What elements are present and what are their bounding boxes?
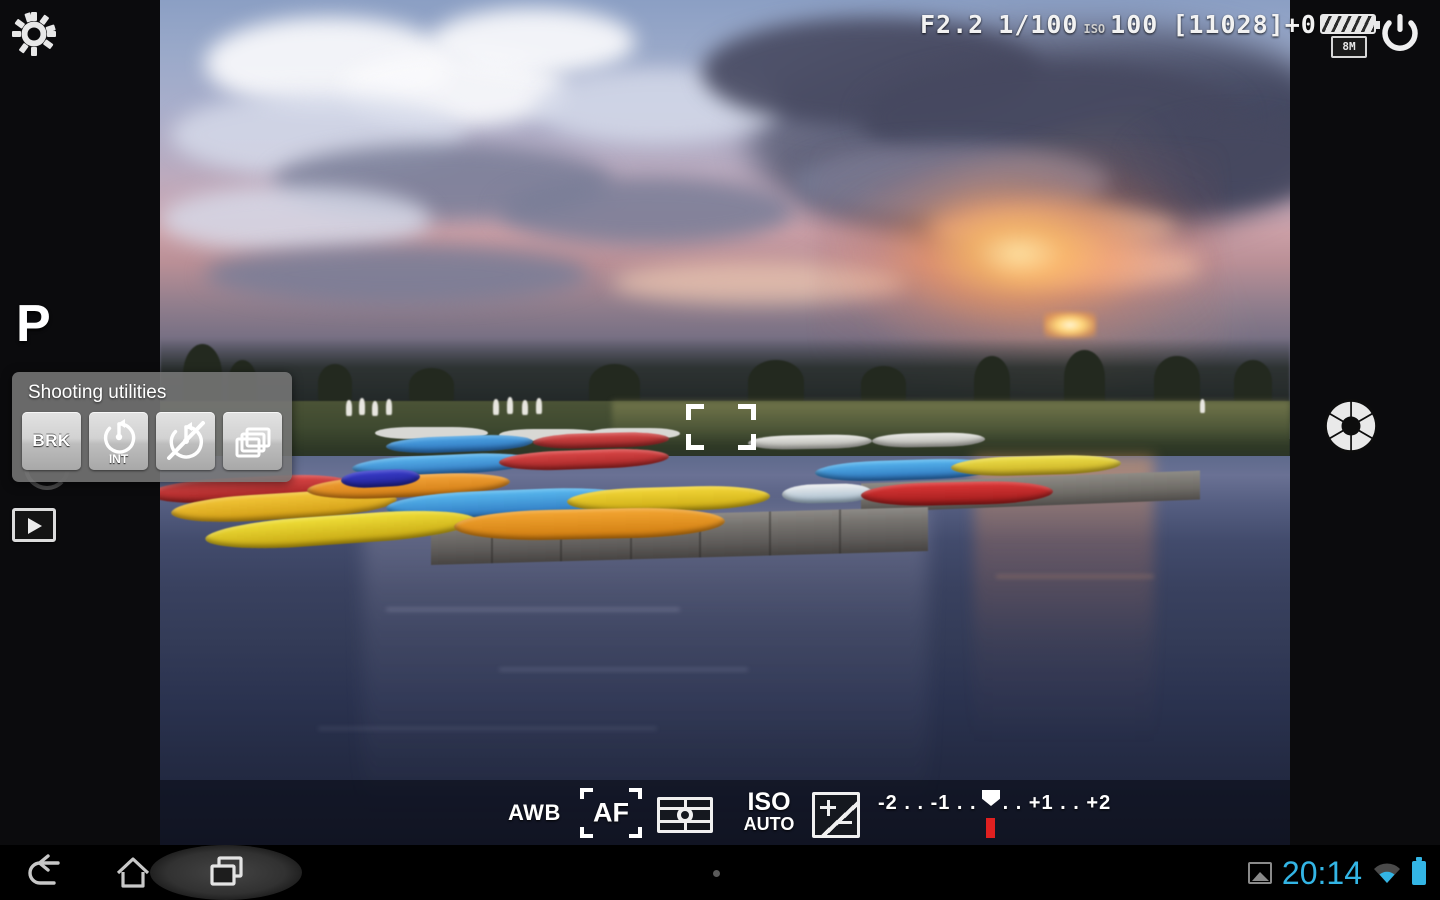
tree [860, 366, 906, 403]
af-corner-br [738, 434, 756, 450]
exposure-current-indicator [986, 818, 995, 838]
nav-recents-button[interactable] [186, 845, 266, 900]
interval-timer-label: INT [108, 452, 129, 466]
person [1199, 398, 1205, 413]
panel-title: Shooting utilities [28, 382, 167, 403]
metering-mode-button[interactable] [657, 797, 713, 833]
ev-minus [836, 821, 852, 824]
ev-plus-v [826, 799, 830, 816]
wifi-icon[interactable] [1372, 861, 1402, 885]
af-corner-tl [686, 404, 704, 420]
tree [589, 363, 641, 404]
nav-back-button[interactable] [10, 845, 90, 900]
sun-glow [815, 143, 1223, 364]
system-status-area: 20:14 [1247, 845, 1426, 900]
system-battery-icon[interactable] [1412, 856, 1426, 885]
shooting-mode-indicator[interactable]: P [16, 296, 64, 352]
focus-mode-button[interactable]: AF [580, 788, 642, 838]
playback-button[interactable] [12, 508, 56, 542]
burst-mode-button[interactable] [223, 412, 282, 470]
interval-timer-button[interactable]: INT [89, 412, 148, 470]
shooting-utilities-panel: Shooting utilities BRK INT [12, 372, 292, 482]
aperture-value: F2.2 [920, 9, 985, 39]
bracketing-label: BRK [32, 431, 71, 450]
af-corner-bl [686, 434, 704, 450]
exposure-compensation-button[interactable] [812, 792, 860, 838]
tree [973, 355, 1010, 406]
person [386, 398, 392, 415]
tree [747, 359, 805, 404]
af-btn-corner-bl [580, 827, 593, 838]
sun-core [1043, 312, 1096, 339]
af-btn-corner-br [629, 827, 642, 838]
cloud [160, 185, 432, 254]
iso-button-label: ISO [747, 788, 791, 816]
kayak [871, 431, 985, 448]
camera-settings-toolbar: AWB AF ISO AUTO -2 . . -1 . .. . +1 . . … [160, 780, 1290, 845]
water-streak [386, 608, 680, 612]
shots-remaining: [11028] [1172, 9, 1285, 39]
nav-home-button[interactable] [92, 845, 172, 900]
tree [1064, 349, 1105, 406]
system-clock[interactable]: 20:14 [1282, 857, 1362, 889]
person [493, 398, 500, 415]
meter-center-dot [677, 807, 693, 823]
water-streak [318, 726, 658, 730]
tree [1154, 355, 1200, 404]
nav-center-dot [713, 870, 720, 877]
shutter-speed-value: 1/100 [998, 9, 1079, 39]
power-icon [1382, 14, 1418, 51]
exposure-scale[interactable]: -2 . . -1 . . . . +1 . . +2 [878, 790, 1110, 838]
iso-button-value: AUTO [743, 814, 795, 834]
camera-app-root: P F2.2 1/100 ISO 100 [11028] +0 8M Shoot… [0, 0, 1440, 900]
iso-value: 100 [1110, 9, 1159, 39]
gallery-image-icon[interactable] [1247, 861, 1272, 884]
focus-mode-label: AF [593, 797, 629, 828]
autofocus-frame[interactable] [686, 404, 756, 450]
recent-apps-icon [210, 856, 243, 886]
aperture-shutter-icon [1324, 399, 1378, 453]
ev-scale-right: . . +1 . . +2 [1002, 792, 1112, 814]
iso-button[interactable]: ISO AUTO [733, 788, 805, 835]
settings-button[interactable] [10, 10, 58, 58]
resolution-badge: 8M [1331, 36, 1367, 58]
ev-scale-left: -2 . . -1 . . [878, 792, 977, 814]
white-balance-button[interactable]: AWB [508, 800, 561, 826]
tree [1233, 359, 1272, 404]
android-navigation-bar: 20:14 [0, 845, 1440, 900]
cloud [205, 245, 590, 305]
exposure-offset: +0 [1284, 9, 1317, 39]
water-streak [499, 667, 748, 671]
person [506, 397, 513, 415]
person [358, 397, 365, 415]
person [536, 397, 543, 414]
cloud [499, 177, 793, 246]
lcd-status-readout: F2.2 1/100 ISO 100 [11028] +0 [920, 8, 1317, 40]
tree [318, 364, 353, 403]
power-button[interactable] [1378, 12, 1422, 56]
battery-icon [1320, 14, 1380, 34]
back-arrow-icon [28, 854, 60, 885]
utilities-button-row: BRK INT [22, 412, 282, 470]
home-icon [116, 857, 150, 888]
shutter-button[interactable] [1320, 395, 1382, 457]
self-timer-disabled-icon [167, 421, 205, 460]
self-timer-disabled-button[interactable] [156, 412, 215, 470]
ev-diagonal [815, 795, 857, 835]
water-streak [996, 574, 1155, 578]
gear-icon [12, 12, 56, 56]
cloud [431, 8, 635, 77]
person [521, 399, 528, 415]
af-corner-tr [738, 404, 756, 420]
iso-label: ISO [1083, 22, 1106, 36]
tree [408, 368, 454, 403]
right-control-bar [1290, 0, 1440, 845]
bracketing-button[interactable]: BRK [22, 412, 81, 470]
burst-continuous-icon [235, 427, 271, 458]
